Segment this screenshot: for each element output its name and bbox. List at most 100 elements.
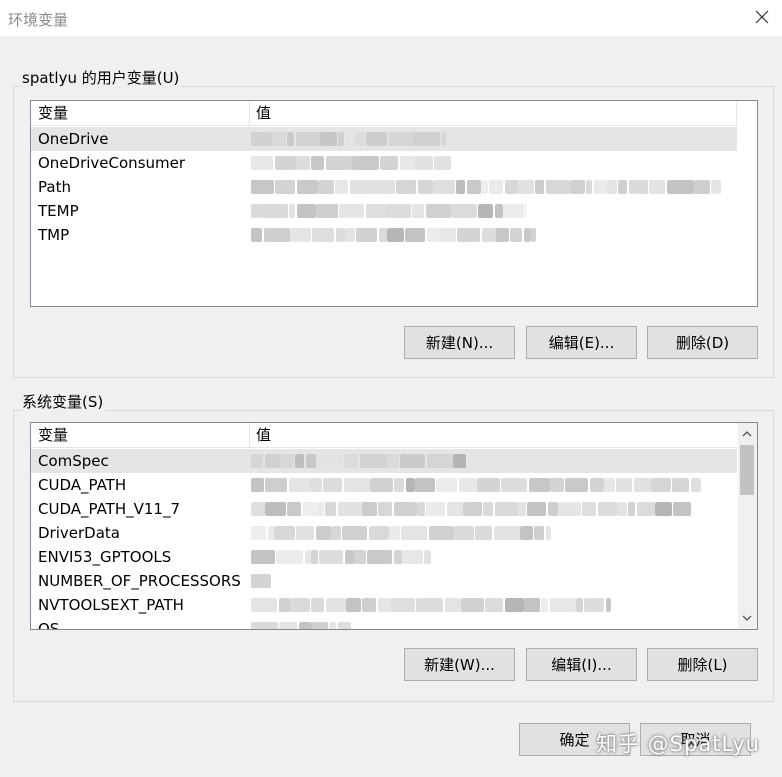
table-row[interactable]: TEMP bbox=[31, 199, 737, 223]
redacted-value-segment bbox=[312, 622, 328, 629]
column-separator[interactable] bbox=[736, 101, 737, 125]
redacted-value-segment bbox=[424, 550, 431, 564]
chevron-down-icon bbox=[742, 615, 752, 621]
redacted-value-segment bbox=[287, 502, 301, 516]
redacted-value-segment bbox=[295, 454, 304, 468]
redacted-value-segment bbox=[453, 454, 466, 468]
column-header-name[interactable]: 变量 bbox=[31, 101, 249, 125]
redacted-value-segment bbox=[389, 132, 413, 146]
redacted-value-segment bbox=[570, 180, 585, 194]
user-edit-button[interactable]: 编辑(E)... bbox=[526, 326, 637, 359]
variable-name: CUDA_PATH bbox=[38, 476, 127, 494]
redacted-value-segment bbox=[338, 622, 351, 629]
table-row[interactable]: ENVI53_GPTOOLS bbox=[31, 545, 737, 569]
table-row[interactable]: NUMBER_OF_PROCESSORS bbox=[31, 569, 737, 593]
redacted-value-segment bbox=[394, 550, 402, 564]
table-row[interactable]: Path bbox=[31, 175, 737, 199]
scroll-thumb[interactable] bbox=[740, 445, 754, 495]
redacted-value-segment bbox=[481, 180, 488, 194]
redacted-value-segment bbox=[434, 156, 451, 170]
redacted-value-segment bbox=[251, 180, 274, 194]
redacted-value-segment bbox=[289, 204, 295, 218]
redacted-value-segment bbox=[441, 132, 446, 146]
table-row[interactable]: OneDrive bbox=[31, 127, 737, 151]
column-header-name[interactable]: 变量 bbox=[31, 423, 249, 447]
redacted-value-segment bbox=[316, 454, 343, 468]
redacted-value-segment bbox=[366, 204, 386, 218]
table-row[interactable]: TMP bbox=[31, 223, 737, 247]
redacted-value-segment bbox=[389, 526, 400, 540]
variable-name: DriverData bbox=[38, 524, 120, 542]
redacted-value-segment bbox=[251, 478, 264, 492]
system-delete-button[interactable]: 删除(L) bbox=[647, 648, 758, 681]
redacted-value-segment bbox=[289, 478, 310, 492]
table-row[interactable]: DriverData bbox=[31, 521, 737, 545]
redacted-value-segment bbox=[329, 622, 336, 629]
redacted-value-segment bbox=[345, 550, 354, 564]
redacted-value-segment bbox=[534, 526, 544, 540]
system-variables-list[interactable]: 变量 值 ComSpec CUDA_PATH CUDA_PATH_V11_7 Driv… bbox=[30, 422, 758, 630]
table-row[interactable]: OS bbox=[31, 617, 737, 629]
redacted-value-segment bbox=[251, 526, 266, 540]
variable-name: CUDA_PATH_V11_7 bbox=[38, 500, 181, 518]
table-row[interactable]: ComSpec bbox=[31, 449, 737, 473]
redacted-value-segment bbox=[276, 550, 303, 564]
redacted-value-segment bbox=[524, 598, 540, 612]
redacted-value-segment bbox=[494, 526, 520, 540]
vertical-scrollbar[interactable] bbox=[737, 423, 757, 629]
redacted-value-segment bbox=[518, 502, 526, 516]
list-header: 变量 值 bbox=[31, 423, 737, 448]
redacted-value-segment bbox=[264, 228, 290, 242]
redacted-value-segment bbox=[311, 156, 324, 170]
redacted-value-segment bbox=[495, 204, 503, 218]
redacted-value-segment bbox=[378, 598, 391, 612]
redacted-value-segment bbox=[265, 502, 286, 516]
title-bar: 环境变量 bbox=[0, 0, 782, 36]
redacted-value-segment bbox=[251, 622, 278, 629]
redacted-value-segment bbox=[520, 526, 533, 540]
table-row[interactable]: CUDA_PATH bbox=[31, 473, 737, 497]
system-edit-button[interactable]: 编辑(I)... bbox=[526, 648, 637, 681]
redacted-value-segment bbox=[251, 550, 275, 564]
redacted-value-segment bbox=[457, 228, 480, 242]
redacted-value-segment bbox=[402, 550, 423, 564]
scroll-down-arrow[interactable] bbox=[738, 609, 756, 627]
scroll-up-arrow[interactable] bbox=[738, 425, 756, 443]
redacted-value-segment bbox=[406, 478, 415, 492]
redacted-value-segment bbox=[510, 228, 522, 242]
column-header-value[interactable]: 值 bbox=[249, 101, 737, 125]
redacted-value-segment bbox=[550, 598, 576, 612]
redacted-value-segment bbox=[352, 156, 379, 170]
redacted-value-segment bbox=[604, 478, 615, 492]
redacted-value-segment bbox=[345, 228, 355, 242]
redacted-value-segment bbox=[598, 502, 617, 516]
redacted-value-segment bbox=[299, 622, 312, 629]
table-row[interactable]: OneDriveConsumer bbox=[31, 151, 737, 175]
redacted-value-segment bbox=[396, 180, 416, 194]
redacted-value-segment bbox=[326, 156, 352, 170]
redacted-value-segment bbox=[311, 598, 324, 612]
redacted-value-segment bbox=[318, 502, 324, 516]
user-variables-list[interactable]: 变量 值 OneDrive OneDriveConsumer Path TEMP TMP bbox=[30, 100, 758, 307]
redacted-value-segment bbox=[261, 204, 288, 218]
redacted-value-segment bbox=[370, 478, 393, 492]
redacted-value-segment bbox=[386, 204, 411, 218]
column-header-value[interactable]: 值 bbox=[249, 423, 737, 447]
system-new-button[interactable]: 新建(W)... bbox=[404, 648, 515, 681]
redacted-value-segment bbox=[379, 228, 387, 242]
redacted-value-segment bbox=[325, 502, 336, 516]
user-delete-button[interactable]: 删除(D) bbox=[647, 326, 758, 359]
redacted-value-segment bbox=[429, 526, 454, 540]
redacted-value-segment bbox=[296, 156, 310, 170]
redacted-value-segment bbox=[628, 502, 635, 516]
variable-name: ENVI53_GPTOOLS bbox=[38, 548, 172, 566]
table-row[interactable]: CUDA_PATH_V11_7 bbox=[31, 497, 737, 521]
redacted-value-segment bbox=[518, 180, 534, 194]
close-button[interactable] bbox=[748, 4, 776, 30]
redacted-value-segment bbox=[461, 598, 484, 612]
variable-name: TMP bbox=[38, 226, 70, 244]
window-title: 环境变量 bbox=[8, 11, 69, 29]
table-row[interactable]: NVTOOLSEXT_PATH bbox=[31, 593, 737, 617]
redacted-value-segment bbox=[413, 132, 440, 146]
user-new-button[interactable]: 新建(N)... bbox=[404, 326, 515, 359]
